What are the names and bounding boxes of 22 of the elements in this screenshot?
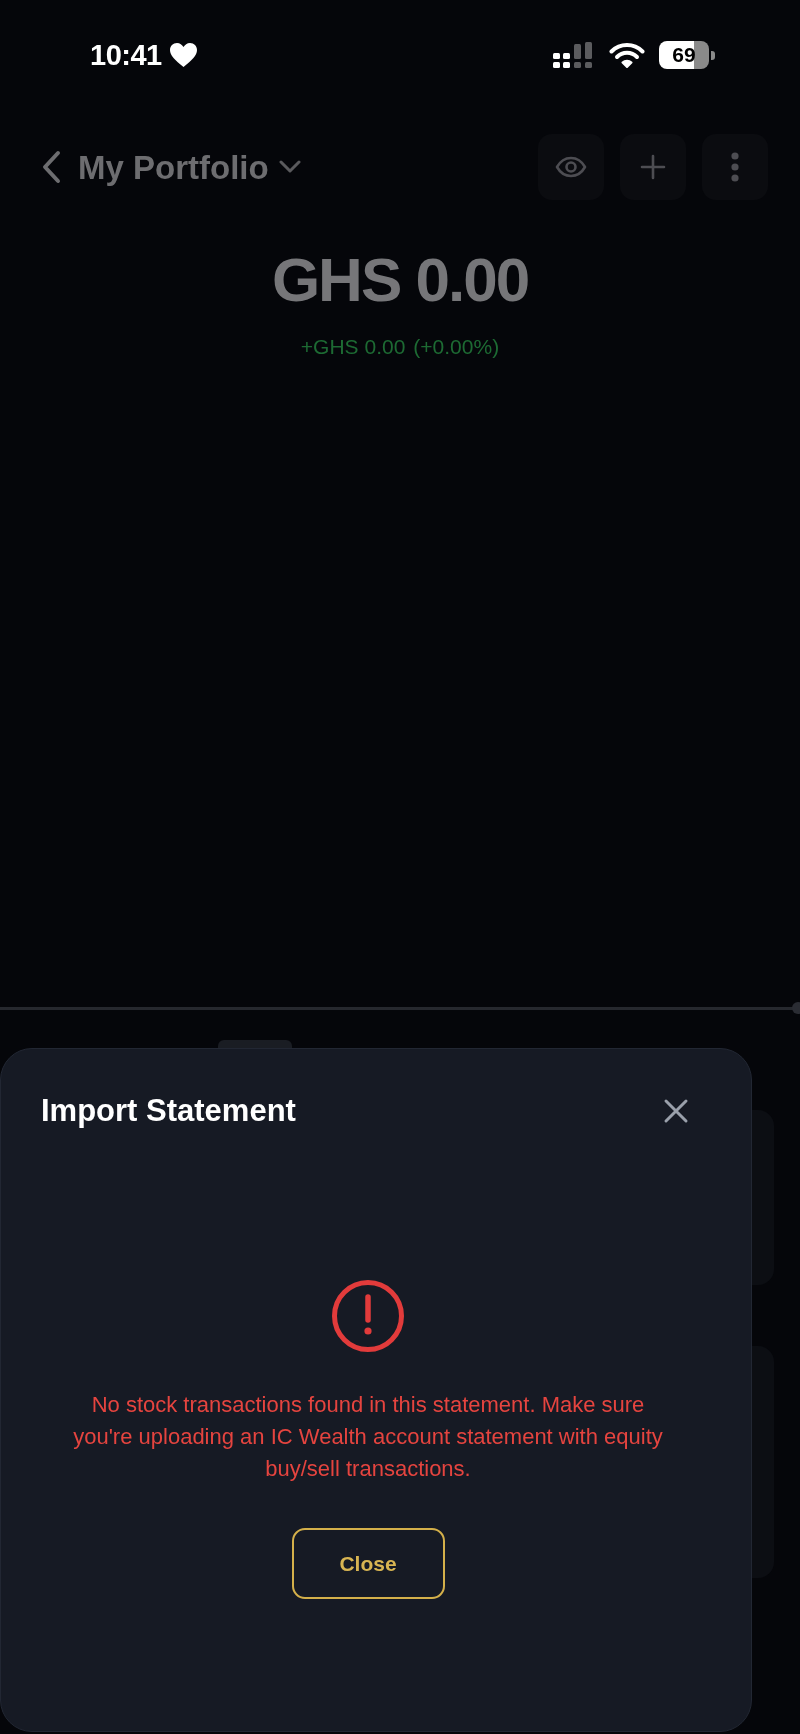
error-message: No stock transactions found in this statement. Make sure you're uploading an IC Wealth account statement with equity buy/sell transactions. xyxy=(72,1391,664,1483)
close-icon[interactable] xyxy=(663,1098,689,1124)
eye-icon xyxy=(555,156,587,178)
visibility-button[interactable] xyxy=(538,134,604,200)
status-time: 10:41 xyxy=(90,40,162,70)
exclamation-circle-icon xyxy=(332,1280,404,1352)
signal-icon xyxy=(553,42,595,68)
more-button[interactable] xyxy=(702,134,768,200)
dialog-title: Import Statement xyxy=(41,1094,296,1128)
back-icon[interactable] xyxy=(40,150,62,184)
wifi-icon xyxy=(609,42,645,68)
balance-change: +GHS 0.00 xyxy=(300,334,406,360)
add-button[interactable] xyxy=(620,134,686,200)
balance-amount: GHS 0.00 xyxy=(271,245,529,315)
plus-icon xyxy=(640,154,666,180)
chevron-down-icon xyxy=(278,160,301,174)
heart-icon xyxy=(169,43,197,67)
balance-change-percent: (+0.00%) xyxy=(413,334,500,360)
battery-indicator: 69 xyxy=(659,41,715,69)
more-icon xyxy=(731,152,739,182)
close-dialog-button[interactable]: Close xyxy=(291,1528,445,1599)
portfolio-dropdown[interactable]: My Portfolio xyxy=(78,150,301,184)
